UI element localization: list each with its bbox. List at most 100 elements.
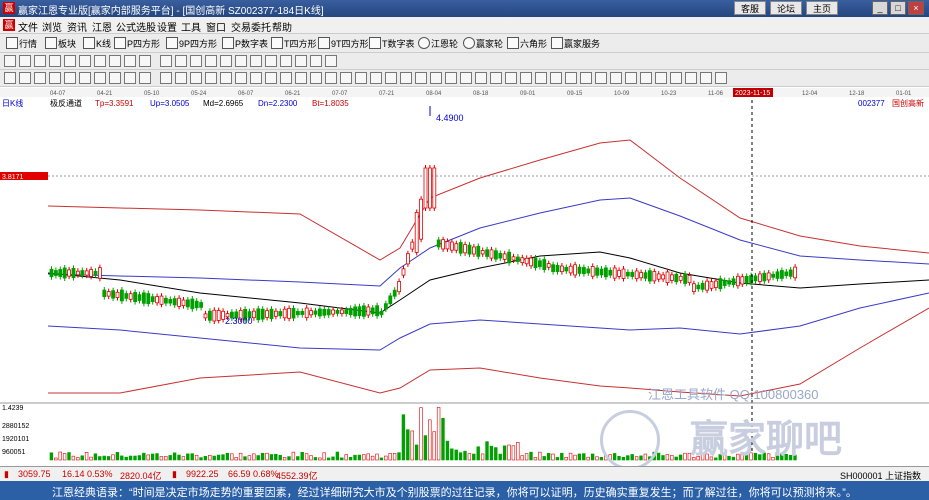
toolbar3-tool-icon-21[interactable] bbox=[325, 72, 337, 84]
toolbar3-tool-icon-37[interactable] bbox=[565, 72, 577, 84]
toolbar3-tool-icon-32[interactable] bbox=[490, 72, 502, 84]
toolbar2-tool-icon-15[interactable] bbox=[235, 55, 247, 67]
toolbar2-tool-icon-19[interactable] bbox=[295, 55, 307, 67]
toolbar2-tool-icon-4[interactable] bbox=[64, 55, 76, 67]
toolbar3-tool-icon-7[interactable] bbox=[109, 72, 121, 84]
tool-gann-wheel[interactable]: 江恩轮 bbox=[418, 37, 458, 50]
toolbar3-tool-icon-5[interactable] bbox=[79, 72, 91, 84]
toolbar3-tool-icon-26[interactable] bbox=[400, 72, 412, 84]
toolbar3-tool-icon-28[interactable] bbox=[430, 72, 442, 84]
toolbar3-tool-icon-14[interactable] bbox=[220, 72, 232, 84]
toolbar2-tool-icon-0[interactable] bbox=[4, 55, 16, 67]
menu-formula[interactable]: 公式选股 bbox=[116, 19, 156, 34]
tool-p-table[interactable]: P数字表 bbox=[222, 37, 268, 50]
toolbar3-tool-icon-31[interactable] bbox=[475, 72, 487, 84]
toolbar3-tool-icon-24[interactable] bbox=[370, 72, 382, 84]
toolbar3-tool-icon-39[interactable] bbox=[595, 72, 607, 84]
toolbar3-tool-icon-35[interactable] bbox=[535, 72, 547, 84]
toolbar3-tool-icon-12[interactable] bbox=[190, 72, 202, 84]
toolbar3-tool-icon-19[interactable] bbox=[295, 72, 307, 84]
toolbar3-tool-icon-4[interactable] bbox=[64, 72, 76, 84]
toolbar3-tool-icon-23[interactable] bbox=[355, 72, 367, 84]
toolbar3-tool-icon-33[interactable] bbox=[505, 72, 517, 84]
menu-trade[interactable]: 交易委托 bbox=[231, 19, 271, 34]
toolbar2-tool-icon-8[interactable] bbox=[124, 55, 136, 67]
toolbar3-tool-icon-25[interactable] bbox=[385, 72, 397, 84]
zhuye-button[interactable]: 主页 bbox=[806, 1, 838, 15]
toolbar3-tool-icon-16[interactable] bbox=[250, 72, 262, 84]
tool-bankuai[interactable]: 板块 bbox=[45, 37, 76, 50]
menu-news[interactable]: 资讯 bbox=[67, 19, 87, 34]
toolbar3-tool-icon-38[interactable] bbox=[580, 72, 592, 84]
toolbar3-tool-icon-46[interactable] bbox=[700, 72, 712, 84]
minimize-icon[interactable]: _ bbox=[872, 1, 888, 15]
toolbar3-tool-icon-0[interactable] bbox=[4, 72, 16, 84]
toolbar3-tool-icon-42[interactable] bbox=[640, 72, 652, 84]
toolbar3-tool-icon-43[interactable] bbox=[655, 72, 667, 84]
toolbar2-tool-icon-11[interactable] bbox=[175, 55, 187, 67]
toolbar3-tool-icon-10[interactable] bbox=[160, 72, 172, 84]
tool-9t-square[interactable]: 9T四方形 bbox=[318, 37, 369, 50]
tool-service[interactable]: 赢家服务 bbox=[551, 37, 600, 50]
toolbar3-tool-icon-20[interactable] bbox=[310, 72, 322, 84]
toolbar3-tool-icon-34[interactable] bbox=[520, 72, 532, 84]
toolbar2-tool-icon-17[interactable] bbox=[265, 55, 277, 67]
toolbar2-tool-icon-7[interactable] bbox=[109, 55, 121, 67]
toolbar3-tool-icon-2[interactable] bbox=[34, 72, 46, 84]
toolbar3-tool-icon-9[interactable] bbox=[139, 72, 151, 84]
toolbar2-tool-icon-21[interactable] bbox=[325, 55, 337, 67]
close-icon[interactable]: × bbox=[908, 1, 924, 15]
toolbar3-tool-icon-44[interactable] bbox=[670, 72, 682, 84]
toolbar3-tool-icon-40[interactable] bbox=[610, 72, 622, 84]
tool-yingjia-wheel[interactable]: 赢家轮 bbox=[463, 37, 503, 50]
tool-9p-square[interactable]: 9P四方形 bbox=[166, 37, 217, 50]
toolbar2-tool-icon-9[interactable] bbox=[139, 55, 151, 67]
toolbar3-tool-icon-22[interactable] bbox=[340, 72, 352, 84]
toolbar3-tool-icon-3[interactable] bbox=[49, 72, 61, 84]
tool-p-square[interactable]: P四方形 bbox=[114, 37, 160, 50]
toolbar3-tool-icon-15[interactable] bbox=[235, 72, 247, 84]
toolbar2-tool-icon-14[interactable] bbox=[220, 55, 232, 67]
toolbar2-tool-icon-16[interactable] bbox=[250, 55, 262, 67]
tool-hangqing[interactable]: 行情 bbox=[6, 37, 37, 50]
tool-kline[interactable]: K线 bbox=[83, 37, 111, 50]
indicator-dn: Dn=2.2300 bbox=[258, 99, 298, 108]
toolbar2-tool-icon-5[interactable] bbox=[79, 55, 91, 67]
menu-help[interactable]: 帮助 bbox=[272, 19, 292, 34]
toolbar3-tool-icon-17[interactable] bbox=[265, 72, 277, 84]
toolbar2-tool-icon-10[interactable] bbox=[160, 55, 172, 67]
toolbar3-tool-icon-6[interactable] bbox=[94, 72, 106, 84]
menu-settings[interactable]: 设置 bbox=[157, 19, 177, 34]
luntan-button[interactable]: 论坛 bbox=[770, 1, 802, 15]
toolbar3-tool-icon-30[interactable] bbox=[460, 72, 472, 84]
toolbar3-tool-icon-45[interactable] bbox=[685, 72, 697, 84]
kefu-button[interactable]: 客服 bbox=[734, 1, 766, 15]
toolbar3-tool-icon-29[interactable] bbox=[445, 72, 457, 84]
menu-gann[interactable]: 江恩 bbox=[92, 19, 112, 34]
toolbar3-tool-icon-36[interactable] bbox=[550, 72, 562, 84]
tool-t-table[interactable]: T数字表 bbox=[369, 37, 415, 50]
menu-window[interactable]: 窗口 bbox=[206, 19, 226, 34]
maximize-icon[interactable]: □ bbox=[890, 1, 906, 15]
toolbar2-tool-icon-13[interactable] bbox=[205, 55, 217, 67]
toolbar2-tool-icon-1[interactable] bbox=[19, 55, 31, 67]
menu-tools[interactable]: 工具 bbox=[181, 19, 201, 34]
toolbar3-tool-icon-11[interactable] bbox=[175, 72, 187, 84]
toolbar2-tool-icon-20[interactable] bbox=[310, 55, 322, 67]
toolbar2-tool-icon-3[interactable] bbox=[49, 55, 61, 67]
toolbar3-tool-icon-13[interactable] bbox=[205, 72, 217, 84]
toolbar2-tool-icon-2[interactable] bbox=[34, 55, 46, 67]
toolbar3-tool-icon-27[interactable] bbox=[415, 72, 427, 84]
menu-file[interactable]: 文件 bbox=[18, 19, 38, 34]
menu-browse[interactable]: 浏览 bbox=[42, 19, 62, 34]
tool-hexagon[interactable]: 六角形 bbox=[507, 37, 547, 50]
toolbar3-tool-icon-8[interactable] bbox=[124, 72, 136, 84]
toolbar2-tool-icon-6[interactable] bbox=[94, 55, 106, 67]
toolbar2-tool-icon-18[interactable] bbox=[280, 55, 292, 67]
toolbar3-tool-icon-47[interactable] bbox=[715, 72, 727, 84]
tool-t-square[interactable]: T四方形 bbox=[271, 37, 317, 50]
toolbar3-tool-icon-18[interactable] bbox=[280, 72, 292, 84]
toolbar3-tool-icon-1[interactable] bbox=[19, 72, 31, 84]
toolbar2-tool-icon-12[interactable] bbox=[190, 55, 202, 67]
toolbar3-tool-icon-41[interactable] bbox=[625, 72, 637, 84]
